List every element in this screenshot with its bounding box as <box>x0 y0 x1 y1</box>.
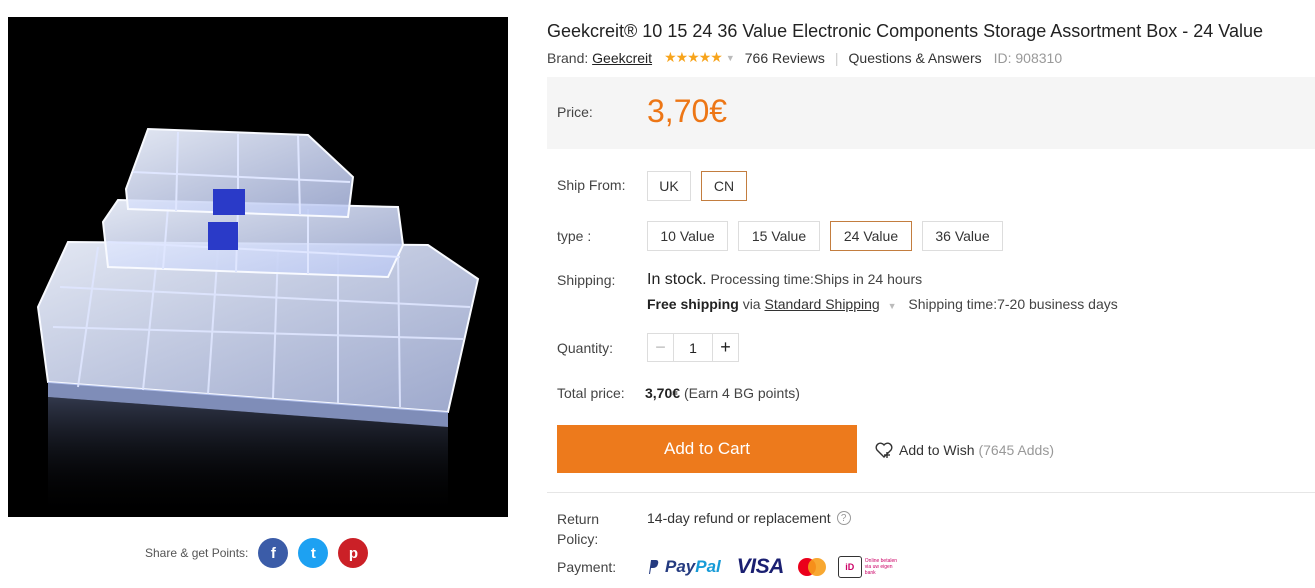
divider <box>547 492 1315 493</box>
paypal-icon <box>649 560 659 574</box>
price-value: 3,70€ <box>647 93 728 129</box>
quantity-stepper: − + <box>647 333 739 362</box>
return-policy-value: 14-day refund or replacement <box>647 510 831 526</box>
facebook-share-button[interactable]: f <box>258 538 289 568</box>
twitter-icon: t <box>310 544 316 562</box>
wish-count: (7645 Adds) <box>978 442 1054 458</box>
ship-from-option-cn[interactable]: CN <box>701 171 747 201</box>
type-option-24-value[interactable]: 24 Value <box>830 221 912 251</box>
product-meta: Brand: Geekcreit ★★★★★ ▼ 766 Reviews | Q… <box>547 49 1062 66</box>
return-policy: 14-day refund or replacement ? <box>647 510 851 526</box>
total-price-label: Total price: <box>557 385 625 401</box>
total-price-value: 3,70€ <box>645 385 681 401</box>
ideal-logo: iD Online betalen via uw eigen bank <box>837 556 899 578</box>
bg-points: (Earn 4 BG points) <box>683 385 800 401</box>
ship-from-label: Ship From: <box>557 177 626 193</box>
processing-time: Processing time:Ships in 24 hours <box>710 271 923 287</box>
payment-label: Payment: <box>557 559 617 575</box>
ship-from-option-uk[interactable]: UK <box>647 171 691 201</box>
help-icon[interactable]: ? <box>836 511 851 525</box>
add-to-cart-button[interactable]: Add to Cart <box>557 425 857 473</box>
quantity-input[interactable] <box>674 334 712 361</box>
meta-divider: | <box>834 49 839 66</box>
paypal-logo: Pay Pal <box>647 557 721 577</box>
product-image[interactable] <box>8 17 508 517</box>
rating-stars-icon[interactable]: ★★★★★ <box>664 49 723 66</box>
product-title: Geekcreit® 10 15 24 36 Value Electronic … <box>547 21 1263 41</box>
shipping-time: Shipping time:7-20 business days <box>908 296 1118 312</box>
price-box: Price: 3,70€ <box>547 77 1315 149</box>
add-to-wish-label: Add to Wish <box>899 442 975 458</box>
return-policy-label: Return Policy: <box>557 511 600 547</box>
stock-status: In stock. Processing time:Ships in 24 ho… <box>647 271 922 289</box>
price-label: Price: <box>557 104 593 120</box>
add-to-wish-button[interactable]: Add to Wish (7645 Adds) <box>875 442 1054 458</box>
total-price: 3,70€ (Earn 4 BG points) <box>645 385 800 401</box>
shipping-caret-icon[interactable]: ▼ <box>888 301 897 311</box>
quantity-label: Quantity: <box>557 340 614 356</box>
product-id: ID: 908310 <box>993 49 1063 66</box>
paypal-text-1: Pay <box>665 557 696 576</box>
pinterest-icon: p <box>348 544 358 562</box>
payment-logos: Pay Pal VISA iD Online betalen via uw eig… <box>647 555 899 579</box>
type-option-15-value[interactable]: 15 Value <box>738 221 820 251</box>
ideal-text: Online betalen via uw eigen bank <box>864 558 898 576</box>
reviews-link[interactable]: 766 Reviews <box>745 50 825 66</box>
brand-label: Brand: <box>547 49 589 66</box>
free-shipping: Free shipping <box>647 296 739 312</box>
quantity-increase-button[interactable]: + <box>712 334 738 361</box>
facebook-icon: f <box>270 544 276 562</box>
rating-caret-icon[interactable]: ▼ <box>726 53 735 63</box>
ideal-icon: iD <box>837 556 862 578</box>
qa-link[interactable]: Questions & Answers <box>849 50 982 66</box>
shipping-method-link[interactable]: Standard Shipping <box>764 296 879 312</box>
type-option-10-value[interactable]: 10 Value <box>647 221 728 251</box>
stock-text: In stock. <box>647 271 707 288</box>
mastercard-logo <box>796 556 828 578</box>
type-option-36-value[interactable]: 36 Value <box>922 221 1003 251</box>
pinterest-share-button[interactable]: p <box>338 538 369 568</box>
quantity-decrease-button[interactable]: − <box>648 334 674 361</box>
brand-link[interactable]: Geekcreit <box>592 50 652 66</box>
share-label: Share & get Points: <box>145 546 249 560</box>
type-label: type : <box>557 228 592 244</box>
shipping-label: Shipping: <box>557 272 616 288</box>
twitter-share-button[interactable]: t <box>298 538 329 568</box>
heart-icon <box>875 442 893 458</box>
paypal-text-2: Pal <box>695 557 721 576</box>
shipping-method: Free shipping via Standard Shipping ▼ Sh… <box>647 296 1118 312</box>
storage-box-image <box>36 127 480 517</box>
visa-logo: VISA <box>736 555 785 578</box>
share-bar: Share & get Points: f t p <box>145 538 378 568</box>
shipping-via: via <box>742 296 761 312</box>
